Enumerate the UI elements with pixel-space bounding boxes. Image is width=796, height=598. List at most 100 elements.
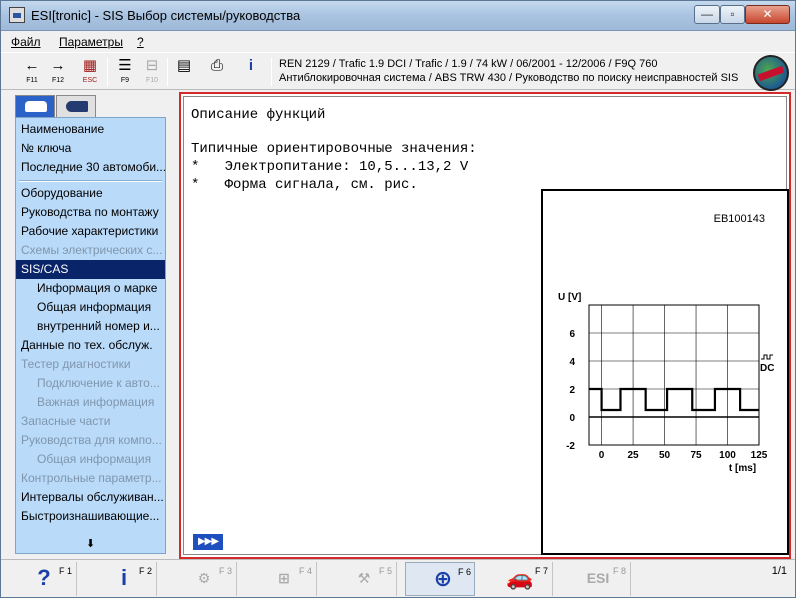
x-tick-label: 125 [751,450,768,461]
signal-chart: 0 25 50 75 100 125 -2 0 2 4 6 t [ms] U [V] DC [558,292,774,474]
toolbar: ← F11 → F12 ▦ ESC ☰ F9 ⊟ F10 ▤ ⎙ i REN 2… [1,52,795,91]
tab-parts[interactable] [56,95,96,117]
nav-item[interactable]: Важная информация [16,393,165,412]
info-icon: i [120,565,128,590]
wiring-icon: ⊞ [278,570,290,586]
maximize-button[interactable]: ▫ [720,5,745,24]
menu-file[interactable]: Файл [11,35,41,49]
fkey-button-7[interactable]: 🚗 F 7 [483,562,553,596]
nav-item[interactable]: Общая информация [16,298,165,317]
nav-separator [19,180,162,182]
back-fkey: F11 [26,77,38,84]
nav-item[interactable]: Быстроизнашивающие... [16,507,165,526]
car-icon [25,101,47,112]
function-key-bar: 1/1 ? F 1iF 2 ⚙ F 3 ⊞ F 4 ⚒ F 5 ⊕ F 6 🚗 F 7 ESI F 8 [1,559,795,597]
nav-item-name[interactable]: Наименование [16,120,165,139]
fkey-button-3[interactable]: ⚙ F 3 [167,562,237,596]
nav-item[interactable]: Контрольные параметр... [16,469,165,488]
engine-icon [66,101,88,112]
y-tick-label: -2 [566,441,575,452]
document-icon: ▤ [176,57,192,74]
x-tick-label: 75 [690,450,702,461]
zoom-icon: ⊕ [433,566,453,591]
list-fkey: F9 [120,77,130,84]
exit-fkey: ESC [82,77,98,84]
x-tick-label: 100 [719,450,736,461]
fkey-label: F 3 [219,566,233,576]
nav-item[interactable]: Интервалы обслуживан... [16,488,165,507]
nav-item[interactable]: внутренний номер и... [16,317,165,336]
scroll-down-icon[interactable]: ⬇ [16,536,165,553]
minimize-button[interactable]: — [694,5,720,24]
nav-item-recent[interactable]: Последние 30 автомоби... [16,158,165,177]
fkey-button-5[interactable]: ⚒ F 5 [327,562,397,596]
document-button[interactable]: ▤ [171,56,197,88]
print-button[interactable]: ⎙ [204,56,230,88]
y-tick-label: 6 [569,329,575,340]
info-icon: i [248,57,254,74]
arrow-back-icon: ← [24,57,40,74]
nav-item[interactable]: Подключение к авто... [16,374,165,393]
menu-help[interactable]: ? [137,35,144,49]
nav-item[interactable]: Рабочие характеристики [16,222,165,241]
nav-item[interactable]: Данные по тех. обслуж. [16,336,165,355]
fkey-button-1[interactable]: ? F 1 [7,562,77,596]
tree-icon: ⊟ [145,57,159,74]
fkey-button-2[interactable]: i F 2 [87,562,157,596]
nav-item[interactable]: Оборудование [16,184,165,203]
nav-item[interactable]: Руководства по монтажу [16,203,165,222]
page-counter: 1/1 [771,565,787,577]
tree-button[interactable]: ⊟ F10 [139,56,165,88]
fkey-label: F 2 [139,566,153,576]
fkey-button-6[interactable]: ⊕ F 6 [405,562,475,596]
next-page-button[interactable]: ▶▶▶ [193,534,223,550]
exit-button[interactable]: ▦ ESC [77,56,103,88]
y-tick-label: 2 [569,385,575,396]
nav-item[interactable]: Тестер диагностики [16,355,165,374]
section-heading: Типичные ориентировочные значения: [191,141,477,157]
page-heading: Описание функций [191,107,326,123]
fkey-button-8[interactable]: ESI F 8 [561,562,631,596]
fkey-label: F 8 [613,566,627,576]
bosch-logo [753,55,789,91]
y-tick-label: 4 [569,357,575,368]
x-tick-label: 25 [628,450,640,461]
fkey-label: F 1 [59,566,73,576]
document-view[interactable]: Описание функций Типичные ориентировочны… [183,96,789,555]
vehicle-icon: 🚗 [506,565,534,590]
back-button[interactable]: ← F11 [19,56,45,88]
esi-icon: ESI [586,570,610,586]
signal-figure: EB100143 0 25 50 75 100 125 -2 0 2 4 6 t [ms] U [V] D… [541,189,789,555]
component-icon: ⚒ [357,570,371,586]
plot-frame [588,304,760,446]
window-title: ESI[tronic] - SIS Выбор системы/руководс… [31,8,301,23]
vehicle-line: REN 2129 / Trafic 1.9 DCI / Trafic / 1.9… [279,58,658,70]
arrow-forward-icon: → [50,57,66,74]
app-icon[interactable] [9,7,25,23]
nav-item[interactable]: Общая информация [16,450,165,469]
close-button[interactable]: ✕ [745,5,790,24]
nav-item[interactable]: Информация о марке [16,279,165,298]
fkey-label: F 7 [535,566,549,576]
fkey-label: F 6 [458,567,472,577]
nav-item[interactable]: SIS/CAS [16,260,165,279]
nav-item-key[interactable]: № ключа [16,139,165,158]
help-icon: ? [37,565,51,590]
nav-item[interactable]: Руководства для компо... [16,431,165,450]
nav-item[interactable]: Схемы электрических с... [16,241,165,260]
nav-panel: Наименование № ключа Последние 30 автомо… [15,117,166,554]
tab-vehicle[interactable] [15,95,55,117]
toolbar-separator [271,58,272,86]
printer-icon: ⎙ [210,57,223,74]
menu-params[interactable]: Параметры [59,35,123,49]
y-axis-label: U [V] [558,292,581,303]
fkey-button-4[interactable]: ⊞ F 4 [247,562,317,596]
title-bar[interactable]: ESI[tronic] - SIS Выбор системы/руководс… [1,1,795,31]
toolbar-separator [107,58,108,86]
info-button[interactable]: i [238,56,264,88]
nav-item[interactable]: Запасные части [16,412,165,431]
list-icon: ☰ [118,57,132,74]
list-button[interactable]: ☰ F9 [112,56,138,88]
forward-button[interactable]: → F12 [45,56,71,88]
circuit-icon: ⚙ [197,570,211,586]
